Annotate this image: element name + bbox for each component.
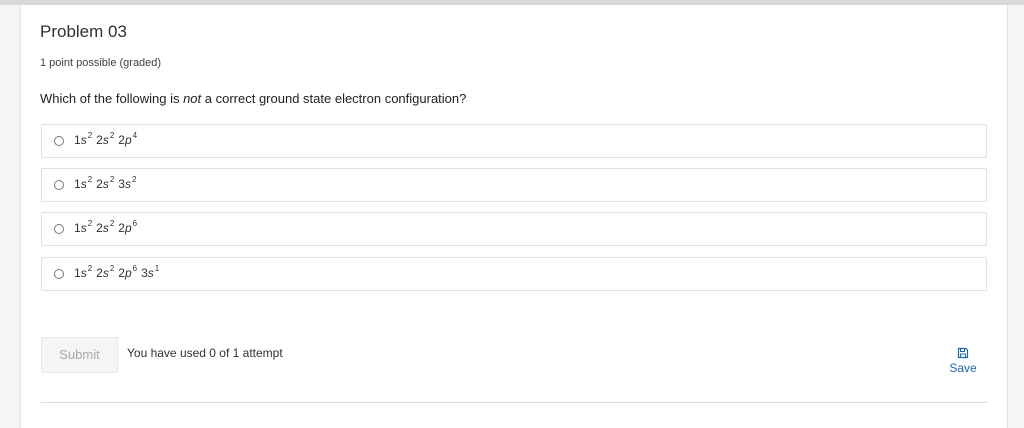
shell-number: 2 — [118, 266, 125, 280]
subshell-letter: p — [124, 266, 132, 280]
shell-number: 2 — [96, 266, 103, 280]
shell-number: 2 — [96, 133, 103, 147]
subshell-letter: s — [80, 133, 87, 147]
shell-number: 1 — [74, 133, 81, 147]
orbital-term: 1s2 — [74, 131, 93, 148]
choice-option-1[interactable]: 1s2 2s2 2p4 — [41, 124, 987, 158]
subshell-letter: s — [80, 177, 87, 191]
subshell-letter: s — [124, 177, 131, 191]
problem-title: Problem 03 — [40, 22, 127, 41]
shell-number: 1 — [74, 177, 81, 191]
question-pre: Which of the following is — [40, 91, 184, 106]
orbital-term: 3s1 — [141, 264, 160, 281]
subshell-letter: p — [124, 221, 132, 235]
choice-option-4[interactable]: 1s2 2s2 2p6 3s1 — [41, 257, 987, 291]
orbital-term: 1s2 — [74, 219, 93, 236]
orbital-term: 2p4 — [118, 131, 138, 148]
save-label: Save — [949, 361, 977, 375]
save-button[interactable]: Save — [943, 347, 983, 375]
subshell-letter: s — [102, 133, 109, 147]
subshell-letter: p — [124, 133, 132, 147]
choice-formula: 1s2 2s2 3s2 — [74, 175, 140, 192]
subshell-letter: s — [102, 177, 109, 191]
electron-count: 1 — [154, 264, 160, 273]
shell-number: 3 — [141, 266, 148, 280]
choice-option-2[interactable]: 1s2 2s2 3s2 — [41, 168, 987, 202]
choice-formula: 1s2 2s2 2p6 3s1 — [74, 264, 163, 281]
attempts-text: You have used 0 of 1 attempt — [127, 346, 283, 360]
electron-count: 2 — [109, 131, 115, 140]
floppy-disk-icon — [957, 347, 969, 359]
electron-count: 2 — [109, 264, 115, 273]
subshell-letter: s — [147, 266, 154, 280]
radio-button[interactable] — [54, 269, 64, 279]
points-info: 1 point possible (graded) — [40, 57, 162, 69]
submit-button[interactable]: Submit — [41, 337, 118, 373]
electron-count: 4 — [132, 131, 138, 140]
subshell-letter: s — [102, 266, 109, 280]
electron-count: 2 — [131, 175, 137, 184]
shell-number: 1 — [74, 221, 81, 235]
subshell-letter: s — [102, 221, 109, 235]
question-post: a correct ground state electron configur… — [201, 91, 467, 106]
radio-button[interactable] — [54, 224, 64, 234]
orbital-term: 2s2 — [96, 219, 115, 236]
electron-count: 2 — [87, 175, 93, 184]
choice-formula: 1s2 2s2 2p6 — [74, 219, 141, 236]
orbital-term: 1s2 — [74, 175, 93, 192]
orbital-term: 2p6 — [118, 264, 138, 281]
choice-formula: 1s2 2s2 2p4 — [74, 131, 141, 148]
shell-number: 2 — [96, 221, 103, 235]
orbital-term: 2s2 — [96, 175, 115, 192]
shell-number: 2 — [118, 133, 125, 147]
radio-button[interactable] — [54, 136, 64, 146]
electron-count: 2 — [109, 219, 115, 228]
choice-option-3[interactable]: 1s2 2s2 2p6 — [41, 212, 987, 246]
shell-number: 1 — [74, 266, 81, 280]
shell-number: 2 — [96, 177, 103, 191]
orbital-term: 2s2 — [96, 264, 115, 281]
electron-count: 6 — [132, 264, 138, 273]
question-emphasis: not — [183, 91, 202, 106]
subshell-letter: s — [80, 266, 87, 280]
orbital-term: 1s2 — [74, 264, 93, 281]
shell-number: 3 — [118, 177, 125, 191]
electron-count: 2 — [109, 175, 115, 184]
orbital-term: 2s2 — [96, 131, 115, 148]
question-text: Which of the following is not a correct … — [40, 91, 466, 106]
orbital-term: 2p6 — [118, 219, 138, 236]
radio-button[interactable] — [54, 180, 64, 190]
subshell-letter: s — [80, 221, 87, 235]
electron-count: 2 — [87, 219, 93, 228]
divider — [41, 402, 987, 403]
shell-number: 2 — [118, 221, 125, 235]
orbital-term: 3s2 — [118, 175, 137, 192]
electron-count: 2 — [87, 131, 93, 140]
electron-count: 6 — [132, 219, 138, 228]
electron-count: 2 — [87, 264, 93, 273]
problem-panel: Problem 03 1 point possible (graded) Whi… — [20, 5, 1008, 428]
